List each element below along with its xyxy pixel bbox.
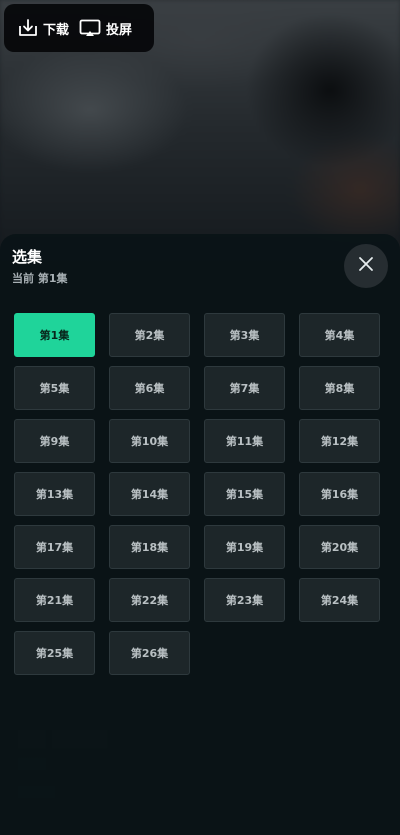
episode-button[interactable]: 第20集 <box>299 525 380 569</box>
episode-button[interactable]: 第24集 <box>299 578 380 622</box>
episode-button[interactable]: 第22集 <box>109 578 190 622</box>
episode-button[interactable]: 第7集 <box>204 366 285 410</box>
episode-button[interactable]: 第13集 <box>14 472 95 516</box>
download-button[interactable]: 下载 <box>18 18 69 38</box>
episode-button[interactable]: 第1集 <box>14 313 95 357</box>
episode-button[interactable]: 第5集 <box>14 366 95 410</box>
episode-button[interactable]: 第17集 <box>14 525 95 569</box>
episode-button[interactable]: 第21集 <box>14 578 95 622</box>
close-button[interactable] <box>344 244 388 288</box>
episode-button[interactable]: 第14集 <box>109 472 190 516</box>
sheet-title: 选集 <box>12 248 43 266</box>
episode-grid: 第1集 第2集 第3集 第4集 第5集 第6集 第7集 第8集 第9集 第10集 第11集 第12集第… <box>14 313 380 675</box>
cast-icon <box>79 18 101 38</box>
episode-button[interactable]: 第10集 <box>109 419 190 463</box>
episode-button[interactable]: 第23集 <box>204 578 285 622</box>
episode-button[interactable]: 第26集 <box>109 631 190 675</box>
episode-button[interactable]: 第8集 <box>299 366 380 410</box>
episode-button[interactable]: 第9集 <box>14 419 95 463</box>
download-icon <box>18 18 38 38</box>
cast-label: 投屏 <box>106 22 133 38</box>
episode-button[interactable]: 第12集 <box>299 419 380 463</box>
video-player-screen: 下载 投屏 ▇▇ ▇▇▇▇ ▇▇▇ ▇▇▇▇ 选集 当前 第1集 第1集第2集第… <box>0 0 400 835</box>
episode-button[interactable]: 第6集 <box>109 366 190 410</box>
episode-button[interactable]: 第25集 <box>14 631 95 675</box>
episode-button[interactable]: 第18集 <box>109 525 190 569</box>
current-episode-label: 当前 第1集 <box>12 272 68 285</box>
close-icon <box>358 256 374 276</box>
episode-button[interactable]: 第19集 <box>204 525 285 569</box>
download-label: 下载 <box>43 22 70 38</box>
episode-button[interactable]: 第3集 <box>204 313 285 357</box>
episode-button[interactable]: 第16集 <box>299 472 380 516</box>
episode-button[interactable]: 第4集 <box>299 313 380 357</box>
episode-selector-sheet: 选集 当前 第1集 第1集 第2集 第3集 第4集第5集 第6集 第7集 第8集第9集 第10… <box>0 234 400 835</box>
episode-button[interactable]: 第15集 <box>204 472 285 516</box>
episode-button[interactable]: 第11集 <box>204 419 285 463</box>
cast-button[interactable]: 投屏 <box>79 18 132 38</box>
episode-button[interactable]: 第2集 <box>109 313 190 357</box>
player-toolbar: 下载 投屏 <box>4 4 154 52</box>
